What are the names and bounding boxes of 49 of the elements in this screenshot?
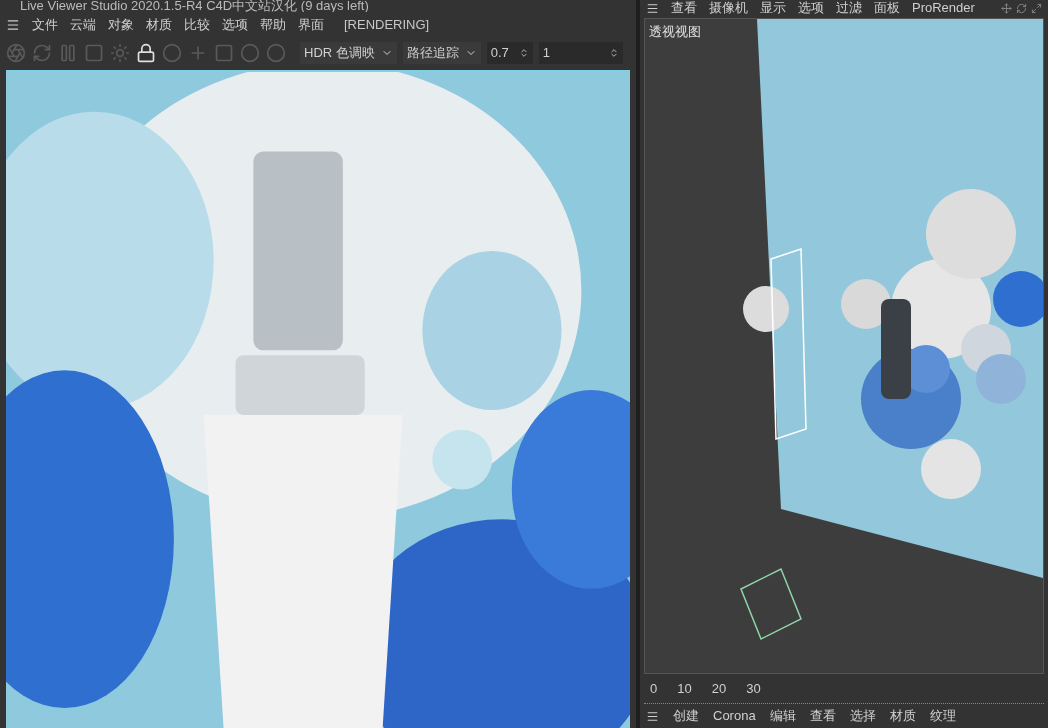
number-field[interactable]: 0.7: [486, 42, 533, 64]
menu-item[interactable]: 显示: [760, 1, 786, 15]
menu-item[interactable]: 查看: [809, 706, 836, 726]
menu-item[interactable]: 材质: [889, 706, 916, 726]
menu-item[interactable]: Corona: [713, 706, 756, 726]
menu-item[interactable]: 纹理: [929, 706, 956, 726]
render-status: [RENDERING]: [344, 16, 430, 35]
menu-icon[interactable]: [646, 1, 659, 15]
menu-item[interactable]: 比较: [184, 15, 210, 35]
menu-item[interactable]: ProRender: [912, 1, 975, 15]
refresh-icon[interactable]: [32, 43, 52, 63]
stepper-icon[interactable]: [608, 48, 619, 58]
menu-item[interactable]: 选项: [798, 1, 824, 15]
maximize-icon[interactable]: [1031, 2, 1042, 14]
menu-icon[interactable]: [646, 709, 659, 723]
move-icon[interactable]: [1001, 2, 1012, 14]
circle-icon[interactable]: [240, 43, 260, 63]
pause-icon[interactable]: [58, 43, 78, 63]
timeline-tick: 20: [711, 679, 727, 698]
menu-item[interactable]: 编辑: [769, 706, 796, 726]
sun-icon[interactable]: [110, 43, 130, 63]
number-field[interactable]: 1: [538, 42, 623, 64]
view-label: 透视视图: [649, 23, 701, 41]
aperture-icon[interactable]: [6, 43, 26, 63]
tone-mapping-dropdown[interactable]: HDR 色调映: [300, 42, 397, 64]
menu-item[interactable]: 摄像机: [709, 1, 748, 15]
menu-item[interactable]: 查看: [671, 1, 697, 15]
menu-item[interactable]: 面板: [874, 1, 900, 15]
menu-item[interactable]: 过滤: [836, 1, 862, 15]
menu-icon[interactable]: [6, 18, 20, 32]
circle-icon[interactable]: [266, 43, 286, 63]
menu-item[interactable]: 界面: [298, 15, 324, 35]
kernel-dropdown[interactable]: 路径追踪: [402, 42, 481, 64]
rotate-icon[interactable]: [1016, 2, 1027, 14]
stepper-icon[interactable]: [518, 48, 529, 58]
timeline[interactable]: 0 10 20 30: [644, 674, 1044, 704]
menu-item[interactable]: 选项: [222, 15, 248, 35]
square-icon[interactable]: [84, 43, 104, 63]
lock-icon[interactable]: [136, 43, 156, 63]
menu-item[interactable]: 文件: [32, 15, 58, 35]
menu-item[interactable]: 创建: [673, 706, 699, 726]
timeline-tick: 30: [746, 679, 761, 698]
menu-item[interactable]: 帮助: [260, 15, 286, 35]
timeline-tick: 0: [650, 679, 658, 698]
menu-item[interactable]: 对象: [108, 15, 134, 35]
timeline-tick: 10: [677, 679, 692, 698]
menu-item[interactable]: 云端: [70, 15, 96, 35]
menu-item[interactable]: 选择: [849, 706, 876, 726]
menu-item[interactable]: 材质: [146, 15, 172, 35]
